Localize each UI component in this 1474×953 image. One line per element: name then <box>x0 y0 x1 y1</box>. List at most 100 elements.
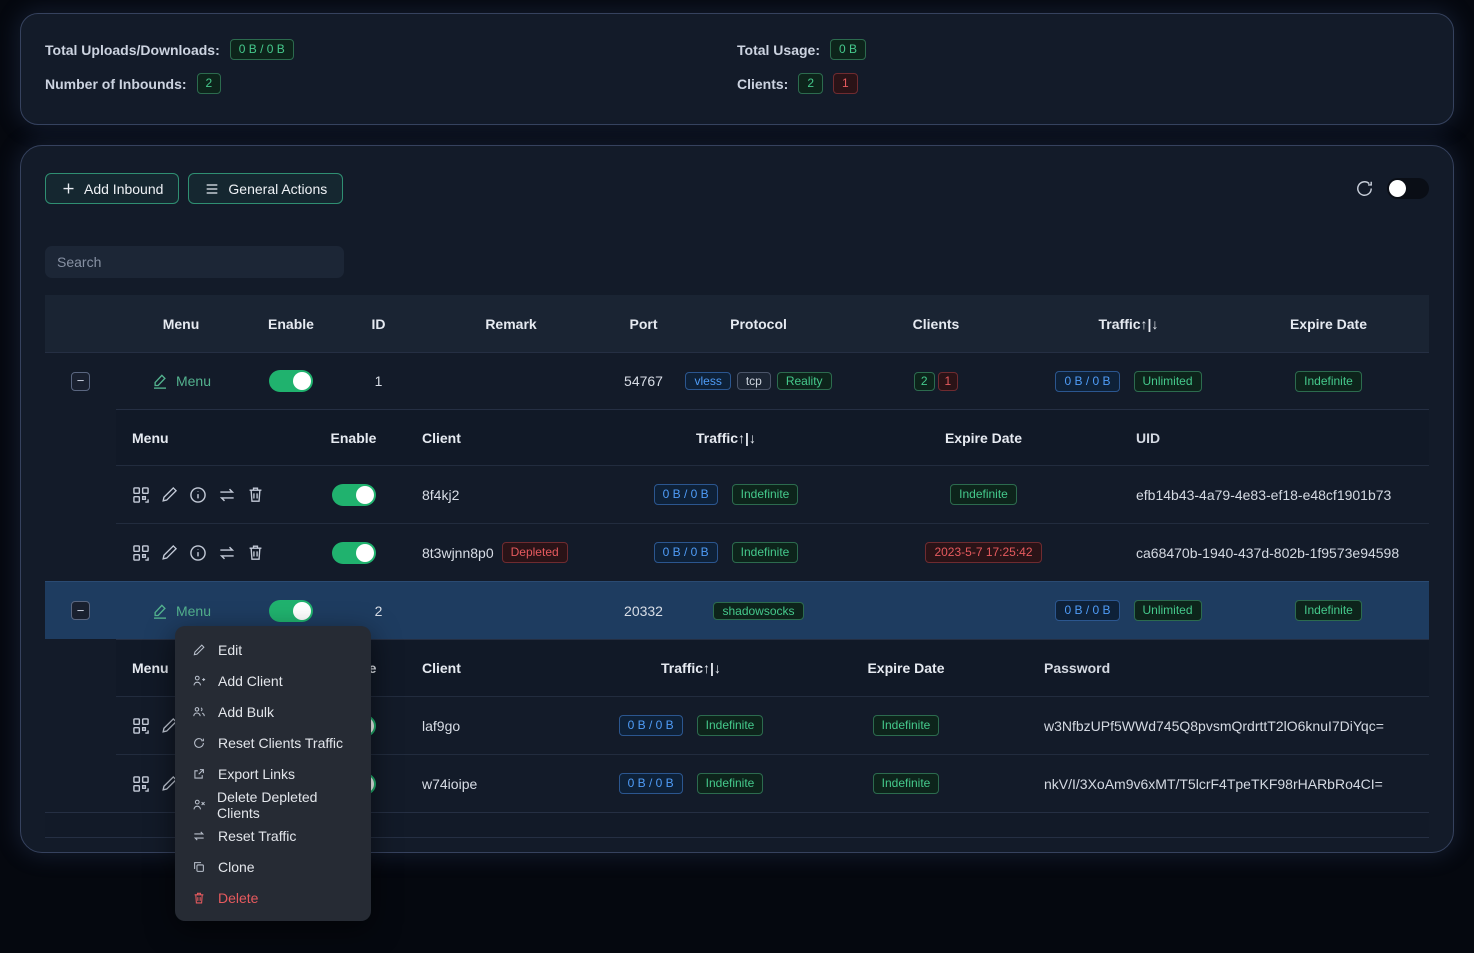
client-enable-toggle[interactable] <box>332 484 376 506</box>
inbounds-count-badge: 2 <box>197 73 222 94</box>
traffic-total-badge: Indefinite <box>697 715 764 736</box>
inbound-enable-toggle[interactable] <box>269 370 313 392</box>
delete-icon <box>192 891 207 905</box>
general-actions-label: General Actions <box>228 181 327 197</box>
qr-code-icon[interactable] <box>131 716 151 736</box>
traffic-total-badge: Indefinite <box>732 484 799 505</box>
total-traffic-badge: 0 B / 0 B <box>230 39 294 60</box>
depleted-badge: Depleted <box>502 542 568 563</box>
qr-code-icon[interactable] <box>131 774 151 794</box>
client-name: 8f4kj2 <box>422 487 459 503</box>
traffic-total-badge: Unlimited <box>1134 600 1202 621</box>
clients-table-inbound-1: Menu Enable Client Traffic↑|↓ Expire Dat… <box>116 409 1429 581</box>
clients-active-count-badge: 2 <box>914 372 935 391</box>
stats-grid: Total Uploads/Downloads: 0 B / 0 B Total… <box>45 37 1429 96</box>
protocol-tag: shadowsocks <box>713 602 803 620</box>
qr-code-icon[interactable] <box>131 485 151 505</box>
traffic-badge: 0 B / 0 B <box>619 715 683 736</box>
header-uid: UID <box>1116 430 1441 446</box>
client-password: nkV/I/3XoAm9v6xMT/T5lcrF4TpeTKF98rHARbRo… <box>1006 776 1441 792</box>
expire-badge: 2023-5-7 17:25:42 <box>925 542 1041 563</box>
menu-item-clone[interactable]: Clone <box>175 851 371 882</box>
header-remark: Remark <box>421 316 601 332</box>
menu-item-delete-depleted-clients[interactable]: Delete Depleted Clients <box>175 789 371 820</box>
header-traffic-sort[interactable]: Traffic↑|↓ <box>601 430 851 446</box>
collapse-row-button[interactable]: − <box>71 601 90 620</box>
edit-icon <box>192 643 207 657</box>
traffic-badge: 0 B / 0 B <box>1055 371 1119 392</box>
clone-icon <box>192 860 207 874</box>
stat-total-uploads-downloads: Total Uploads/Downloads: 0 B / 0 B <box>45 37 737 62</box>
menu-item-export-links[interactable]: Export Links <box>175 758 371 789</box>
total-usage-badge: 0 B <box>830 39 866 60</box>
toggle-knob <box>1389 180 1406 197</box>
info-icon[interactable] <box>188 543 208 563</box>
info-icon[interactable] <box>188 485 208 505</box>
header-traffic-sort[interactable]: Traffic↑|↓ <box>1041 316 1216 332</box>
refresh-icon[interactable] <box>1355 179 1374 198</box>
header-enable: Enable <box>301 430 406 446</box>
search-input[interactable] <box>45 246 344 278</box>
header-expire-date: Expire Date <box>1216 316 1441 332</box>
delete-client-icon[interactable] <box>246 543 265 562</box>
client-row: 8t3wjnn8p0 Depleted 0 B / 0 B Indefinite… <box>116 523 1429 581</box>
collapse-row-button[interactable]: − <box>71 372 90 391</box>
menu-item-label: Delete <box>218 890 258 906</box>
delete-client-icon[interactable] <box>246 485 265 504</box>
stat-label: Total Uploads/Downloads: <box>45 42 220 58</box>
inbound-menu-label: Menu <box>176 373 211 389</box>
add-bulk-icon <box>192 705 207 719</box>
client-password: w3NfbzUPf5WWd745Q8pvsmQrdrttT2lO6knuI7Di… <box>1006 718 1441 734</box>
inbounds-header-row: Menu Enable ID Remark Port Protocol Clie… <box>45 295 1429 352</box>
header-port: Port <box>601 316 686 332</box>
inbound-id: 1 <box>336 373 421 389</box>
inbound-menu-button[interactable]: Menu <box>151 602 211 620</box>
traffic-badge: 0 B / 0 B <box>1055 600 1119 621</box>
edit-menu-icon <box>151 372 169 390</box>
header-id: ID <box>336 316 421 332</box>
qr-code-icon[interactable] <box>131 543 151 563</box>
clients-depleted-badge: 1 <box>833 73 858 94</box>
expire-badge: Indefinite <box>873 773 940 794</box>
header-menu: Menu <box>116 430 301 446</box>
edit-icon[interactable] <box>160 485 179 504</box>
inbound-enable-toggle[interactable] <box>269 600 313 622</box>
client-name: w74ioipe <box>422 776 477 792</box>
menu-item-edit[interactable]: Edit <box>175 634 371 665</box>
general-actions-button[interactable]: General Actions <box>188 173 343 204</box>
add-client-icon <box>192 674 207 688</box>
edit-icon[interactable] <box>160 543 179 562</box>
menu-item-reset-clients-traffic[interactable]: Reset Clients Traffic <box>175 727 371 758</box>
reset-clients-traffic-icon <box>192 736 207 750</box>
stat-label: Total Usage: <box>737 42 820 58</box>
traffic-badge: 0 B / 0 B <box>619 773 683 794</box>
header-protocol: Protocol <box>686 316 831 332</box>
reset-traffic-icon[interactable] <box>217 543 237 563</box>
expire-badge: Indefinite <box>950 484 1017 505</box>
delete-depleted-clients-icon <box>192 798 206 812</box>
reset-traffic-icon[interactable] <box>217 485 237 505</box>
menu-item-add-client[interactable]: Add Client <box>175 665 371 696</box>
inbound-context-menu: Edit Add Client Add Bulk Reset Clients T… <box>175 626 371 921</box>
stat-label: Number of Inbounds: <box>45 76 187 92</box>
expire-badge: Indefinite <box>1295 371 1362 392</box>
clients-depleted-count-badge: 1 <box>938 372 959 391</box>
menu-item-label: Add Bulk <box>218 704 274 720</box>
menu-item-label: Delete Depleted Clients <box>217 789 354 821</box>
traffic-total-badge: Indefinite <box>697 773 764 794</box>
client-uid: ca68470b-1940-437d-802b-1f9573e94598 <box>1116 545 1441 561</box>
header-menu: Menu <box>116 316 246 332</box>
plus-icon <box>61 181 76 196</box>
inbound-menu-button[interactable]: Menu <box>151 372 211 390</box>
add-inbound-button[interactable]: Add Inbound <box>45 173 179 204</box>
clients-header-row: Menu Enable Client Traffic↑|↓ Expire Dat… <box>116 410 1429 465</box>
menu-item-add-bulk[interactable]: Add Bulk <box>175 696 371 727</box>
hamburger-icon <box>204 181 220 197</box>
inbound-port: 54767 <box>601 373 686 389</box>
menu-item-delete[interactable]: Delete <box>175 882 371 913</box>
menu-item-reset-traffic[interactable]: Reset Traffic <box>175 820 371 851</box>
client-enable-toggle[interactable] <box>332 542 376 564</box>
theme-toggle[interactable] <box>1387 178 1429 199</box>
header-traffic-sort[interactable]: Traffic↑|↓ <box>576 660 806 676</box>
client-uid: efb14b43-4a79-4e83-ef18-e48cf1901b73 <box>1116 487 1441 503</box>
